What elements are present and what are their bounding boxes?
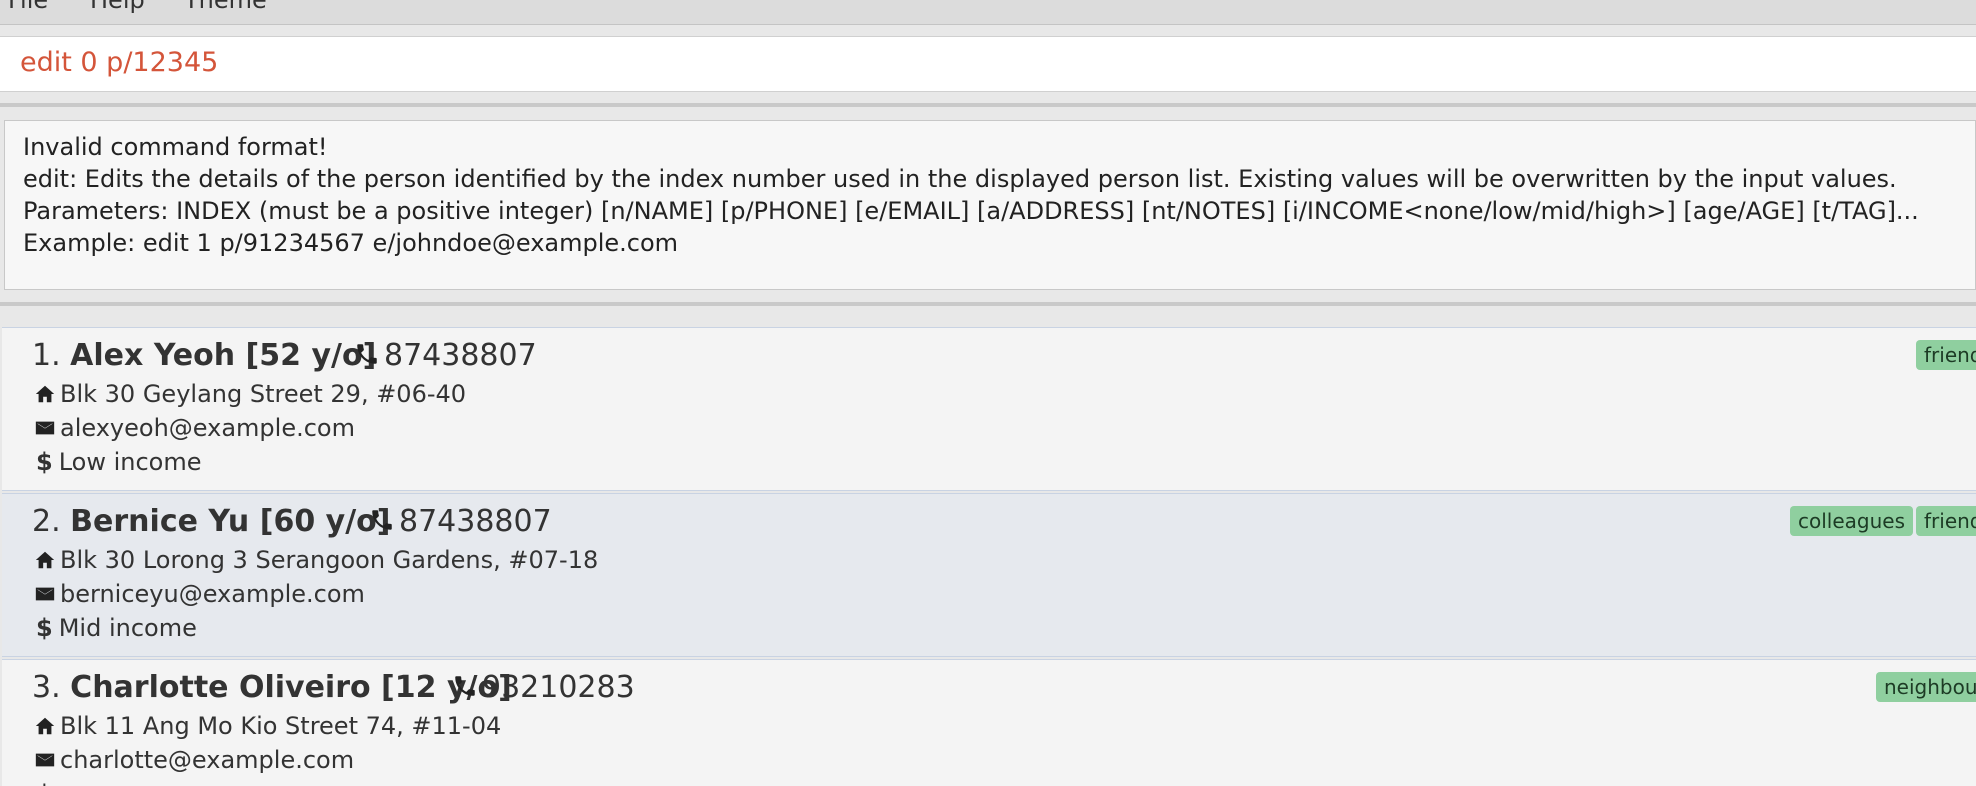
mail-icon bbox=[35, 421, 55, 435]
person-name-text: Bernice Yu [60 y/o] bbox=[70, 504, 391, 539]
person-card[interactable]: 1. Alex Yeoh [52 y/o] 87438807 Blk 30 Ge… bbox=[2, 327, 1976, 491]
mail-icon bbox=[35, 587, 55, 601]
person-name: 3. Charlotte Oliveiro [12 y/o] bbox=[32, 670, 512, 705]
result-line: Parameters: INDEX (must be a positive in… bbox=[23, 197, 1919, 225]
email-text: berniceyu@example.com bbox=[60, 580, 365, 608]
person-card[interactable]: 2. Bernice Yu [60 y/o] 87438807 Blk 30 L… bbox=[2, 493, 1976, 657]
divider bbox=[0, 103, 1976, 107]
result-display: Invalid command format! edit: Edits the … bbox=[4, 120, 1976, 290]
result-line: edit: Edits the details of the person id… bbox=[23, 165, 1897, 193]
tag-badge: neighbours bbox=[1876, 672, 1976, 702]
person-name-text: Alex Yeoh [52 y/o] bbox=[70, 338, 377, 373]
person-card[interactable]: 3. Charlotte Oliveiro [12 y/o] 93210283 … bbox=[2, 659, 1976, 786]
result-line: Invalid command format! bbox=[23, 133, 328, 161]
dollar-icon: $ bbox=[36, 448, 53, 476]
home-icon bbox=[35, 385, 55, 403]
tag-badge: colleagues bbox=[1790, 506, 1914, 536]
person-index: 3. bbox=[32, 670, 71, 705]
home-icon bbox=[35, 551, 55, 569]
phone-text: 87438807 bbox=[384, 338, 537, 373]
person-phone: 93210283 bbox=[452, 670, 635, 705]
person-phone: 87438807 bbox=[354, 338, 537, 373]
tag-badge: friends bbox=[1916, 506, 1976, 536]
command-input[interactable]: edit 0 p/12345 bbox=[20, 47, 218, 78]
address-text: Blk 30 Geylang Street 29, #06-40 bbox=[60, 380, 467, 408]
income-text: Mid income bbox=[58, 614, 197, 642]
phone-icon bbox=[357, 344, 377, 364]
person-address: Blk 30 Lorong 3 Serangoon Gardens, #07-1… bbox=[34, 546, 598, 574]
phone-text: 87438807 bbox=[399, 504, 552, 539]
person-email: berniceyu@example.com bbox=[34, 580, 365, 608]
home-icon bbox=[35, 717, 55, 735]
person-name: 1. Alex Yeoh [52 y/o] bbox=[32, 338, 376, 373]
person-name-text: Charlotte Oliveiro [12 y/o] bbox=[70, 670, 512, 705]
person-income: $ bbox=[34, 780, 59, 786]
mail-icon bbox=[35, 753, 55, 767]
dollar-icon: $ bbox=[36, 780, 53, 786]
person-list[interactable]: 1. Alex Yeoh [52 y/o] 87438807 Blk 30 Ge… bbox=[0, 327, 1976, 786]
command-box[interactable]: edit 0 p/12345 bbox=[0, 36, 1976, 92]
address-text: Blk 30 Lorong 3 Serangoon Gardens, #07-1… bbox=[60, 546, 599, 574]
menu-bar: File Help Theme bbox=[0, 0, 1976, 25]
person-income: $ Low income bbox=[34, 448, 202, 476]
tag-badge: friends bbox=[1916, 340, 1976, 370]
person-address: Blk 11 Ang Mo Kio Street 74, #11-04 bbox=[34, 712, 501, 740]
phone-icon bbox=[372, 510, 392, 530]
email-text: alexyeoh@example.com bbox=[60, 414, 355, 442]
result-line: Example: edit 1 p/91234567 e/johndoe@exa… bbox=[23, 229, 679, 257]
dollar-icon: $ bbox=[36, 614, 53, 642]
menu-help[interactable]: Help bbox=[90, 0, 145, 14]
menu-theme[interactable]: Theme bbox=[184, 0, 267, 14]
person-phone: 87438807 bbox=[369, 504, 552, 539]
phone-text: 93210283 bbox=[482, 670, 635, 705]
person-index: 2. bbox=[32, 504, 71, 539]
person-income: $ Mid income bbox=[34, 614, 197, 642]
income-text: Low income bbox=[58, 448, 202, 476]
person-email: alexyeoh@example.com bbox=[34, 414, 355, 442]
phone-icon bbox=[455, 676, 475, 696]
email-text: charlotte@example.com bbox=[60, 746, 355, 774]
menu-file[interactable]: File bbox=[8, 0, 48, 14]
divider bbox=[0, 302, 1976, 306]
address-text: Blk 11 Ang Mo Kio Street 74, #11-04 bbox=[60, 712, 502, 740]
person-address: Blk 30 Geylang Street 29, #06-40 bbox=[34, 380, 466, 408]
person-email: charlotte@example.com bbox=[34, 746, 354, 774]
person-name: 2. Bernice Yu [60 y/o] bbox=[32, 504, 390, 539]
person-index: 1. bbox=[32, 338, 71, 373]
